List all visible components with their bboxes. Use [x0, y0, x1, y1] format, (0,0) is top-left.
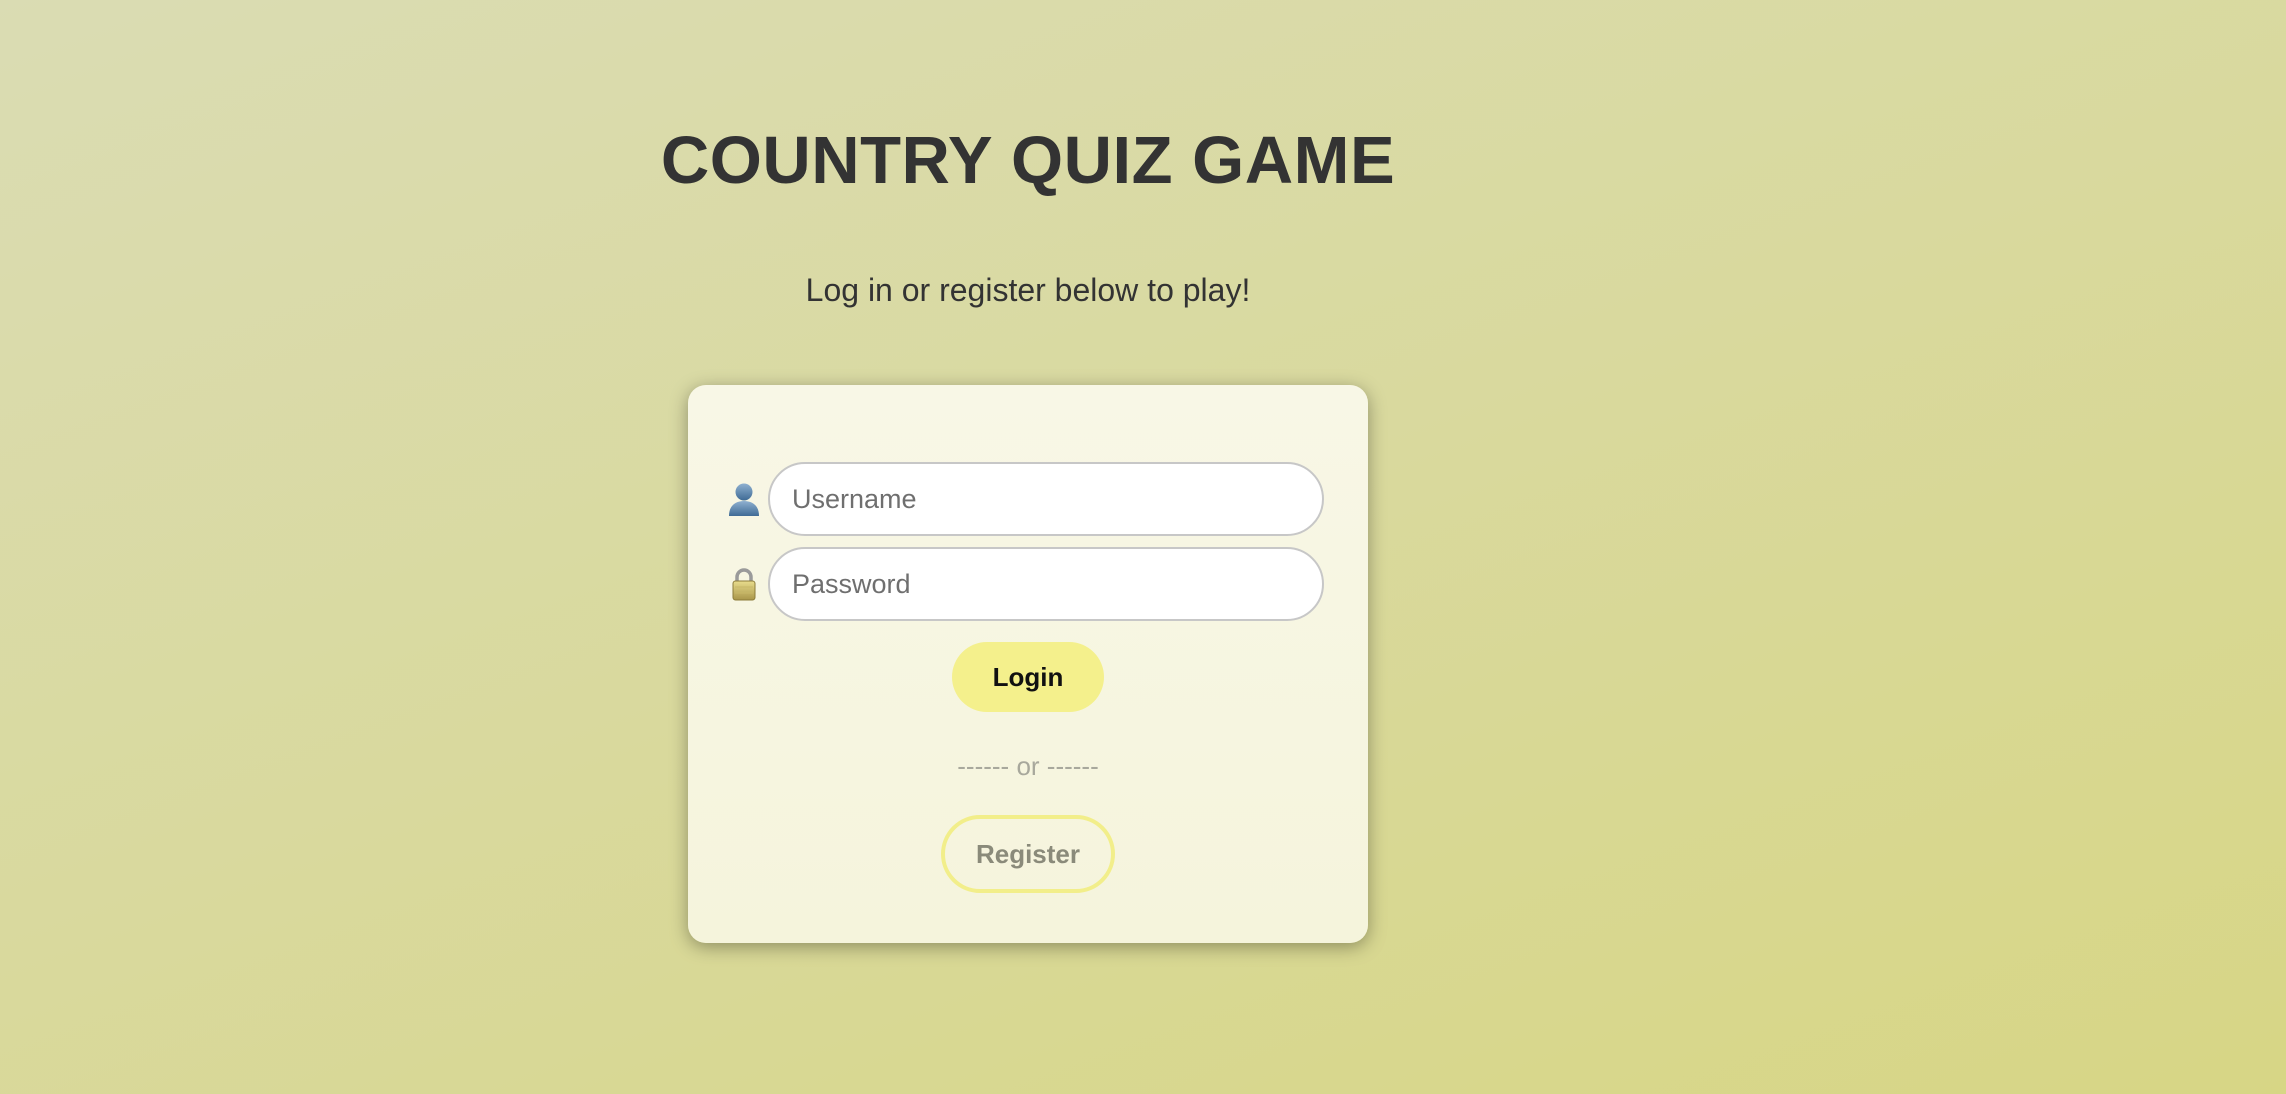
lock-icon [732, 568, 756, 601]
password-input[interactable] [768, 547, 1324, 621]
login-card: Login ------ or ------ Register [688, 385, 1368, 943]
username-row [726, 462, 1336, 536]
username-input[interactable] [768, 462, 1324, 536]
register-button[interactable]: Register [941, 815, 1115, 893]
page-title: COUNTRY QUIZ GAME [660, 123, 1396, 198]
page-subtitle: Log in or register below to play! [805, 272, 1251, 308]
password-row [726, 547, 1336, 621]
login-button[interactable]: Login [952, 642, 1104, 712]
or-divider: ------ or ------ [957, 751, 1099, 781]
user-icon [729, 483, 759, 516]
